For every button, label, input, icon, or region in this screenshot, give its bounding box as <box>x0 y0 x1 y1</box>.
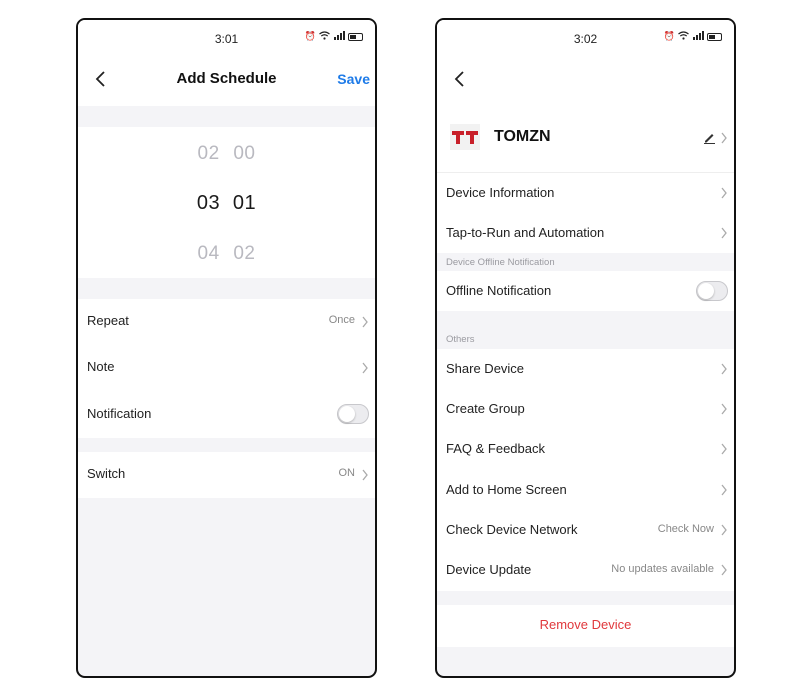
time-picker[interactable]: 02 00 03 01 04 02 <box>78 127 375 278</box>
signal-icon <box>692 31 704 42</box>
device-header[interactable]: TOMZN <box>437 106 734 173</box>
picker-row[interactable]: 04 02 <box>78 243 375 265</box>
battery-icon <box>348 32 363 41</box>
offline-group: Offline Notification <box>437 271 734 311</box>
picker-hour[interactable]: 04 <box>194 243 224 265</box>
wifi-icon <box>319 31 330 42</box>
chevron-right-icon <box>721 363 727 375</box>
battery-icon <box>707 32 722 41</box>
check-network-value: Check Now <box>657 523 714 535</box>
repeat-label: Repeat <box>87 313 129 328</box>
chevron-right-icon <box>721 443 727 455</box>
page-title: Add Schedule <box>176 70 277 87</box>
tap-to-run-label: Tap-to-Run and Automation <box>446 225 605 240</box>
others-group: Share Device Create Group FAQ & Feedback… <box>437 349 734 591</box>
switch-group: Switch ON <box>78 452 375 498</box>
notification-row: Notification <box>78 392 375 438</box>
chevron-right-icon <box>721 564 727 576</box>
faq-feedback-label: FAQ & Feedback <box>446 441 545 456</box>
share-device-label: Share Device <box>446 361 525 376</box>
switch-value: ON <box>338 467 356 479</box>
save-button[interactable]: Save <box>337 71 370 87</box>
check-network-row[interactable]: Check Device Network Check Now <box>437 510 734 550</box>
device-update-label: Device Update <box>446 562 532 577</box>
share-device-row[interactable]: Share Device <box>437 349 734 389</box>
chevron-right-icon <box>721 484 727 496</box>
alarm-icon: ⏰ <box>304 31 316 41</box>
device-update-row[interactable]: Device Update No updates available <box>437 550 734 590</box>
nav-bar <box>437 54 734 106</box>
tap-to-run-row[interactable]: Tap-to-Run and Automation <box>437 213 734 253</box>
check-network-label: Check Device Network <box>446 522 578 537</box>
remove-device-label: Remove Device <box>539 617 632 632</box>
create-group-row[interactable]: Create Group <box>437 389 734 429</box>
notification-toggle[interactable] <box>337 404 369 424</box>
chevron-right-icon <box>362 469 368 481</box>
offline-notification-label: Offline Notification <box>446 283 552 298</box>
device-information-label: Device Information <box>446 185 555 200</box>
add-home-screen-label: Add to Home Screen <box>446 482 567 497</box>
note-label: Note <box>87 359 115 374</box>
device-name: TOMZN <box>494 128 551 145</box>
remove-device-button[interactable]: Remove Device <box>437 605 734 647</box>
chevron-right-icon <box>721 524 727 536</box>
tomzn-logo-icon <box>450 124 480 150</box>
picker-hour[interactable]: 03 <box>193 192 223 215</box>
status-bar: 3:01 ⏰ <box>78 20 375 54</box>
signal-icon <box>333 31 345 42</box>
status-bar: 3:02 ⏰ <box>437 20 734 54</box>
schedule-options: Repeat Once Note Notification <box>78 299 375 438</box>
switch-label: Switch <box>87 466 126 481</box>
nav-bar: Add Schedule Save <box>78 54 375 106</box>
alarm-icon: ⏰ <box>663 31 675 41</box>
device-update-value: No updates available <box>611 563 714 575</box>
chevron-right-icon <box>721 187 727 199</box>
create-group-label: Create Group <box>446 401 525 416</box>
faq-feedback-row[interactable]: FAQ & Feedback <box>437 429 734 469</box>
phone-add-schedule: 3:01 ⏰ Add Schedule Save 02 00 03 01 04 … <box>76 18 377 678</box>
chevron-right-icon <box>721 132 727 144</box>
chevron-right-icon <box>362 316 368 328</box>
picker-row[interactable]: 02 00 <box>78 143 375 165</box>
back-arrow-icon[interactable] <box>449 68 471 90</box>
offline-notification-toggle[interactable] <box>696 281 728 301</box>
note-row[interactable]: Note <box>78 345 375 391</box>
device-info-group: Device Information Tap-to-Run and Automa… <box>437 173 734 253</box>
picker-minute[interactable]: 01 <box>230 192 260 215</box>
offline-notification-row: Offline Notification <box>437 271 734 311</box>
picker-minute[interactable]: 02 <box>229 243 259 265</box>
phone-device-settings: 3:02 ⏰ TOMZN Device Information Tap-to-R… <box>435 18 736 678</box>
wifi-icon <box>678 31 689 42</box>
device-information-row[interactable]: Device Information <box>437 173 734 213</box>
notification-label: Notification <box>87 406 152 421</box>
switch-row[interactable]: Switch ON <box>78 452 375 498</box>
picker-row-selected[interactable]: 03 01 <box>78 192 375 215</box>
chevron-right-icon <box>362 362 368 374</box>
repeat-value: Once <box>328 314 355 326</box>
edit-pencil-icon[interactable] <box>703 131 716 144</box>
section-others: Others <box>446 334 475 345</box>
section-offline-notification: Device Offline Notification <box>446 257 555 268</box>
chevron-right-icon <box>721 227 727 239</box>
repeat-row[interactable]: Repeat Once <box>78 299 375 345</box>
chevron-right-icon <box>721 403 727 415</box>
picker-minute[interactable]: 00 <box>229 143 259 165</box>
picker-hour[interactable]: 02 <box>194 143 224 165</box>
add-home-screen-row[interactable]: Add to Home Screen <box>437 470 734 510</box>
